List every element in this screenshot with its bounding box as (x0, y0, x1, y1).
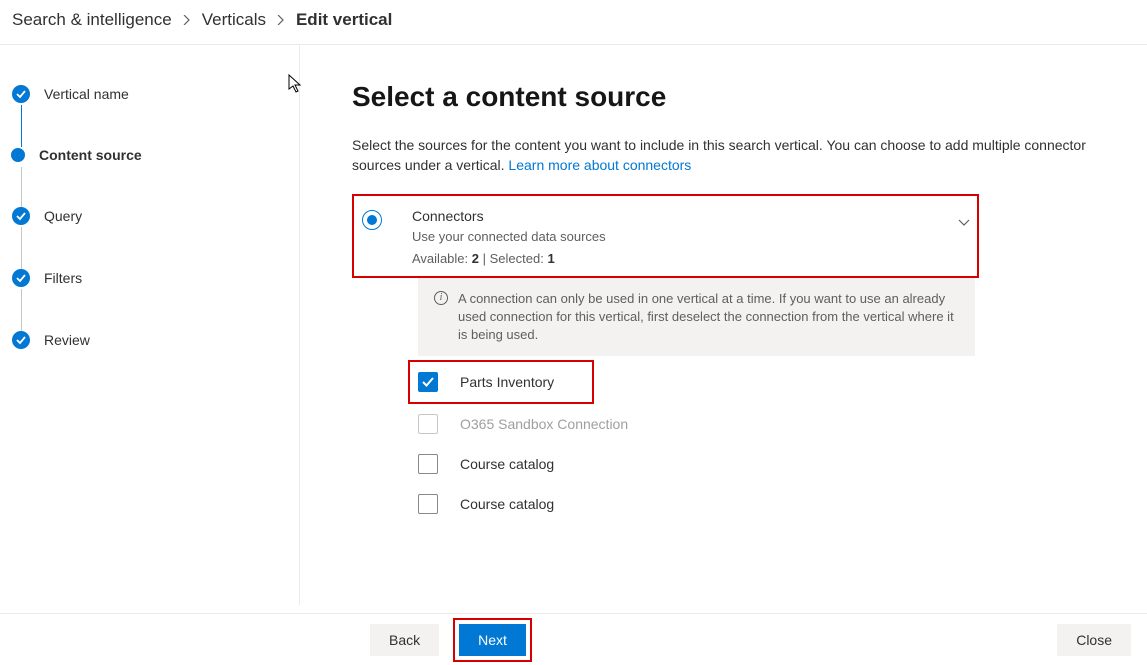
connection-label: O365 Sandbox Connection (460, 416, 628, 432)
step-label: Review (44, 332, 90, 348)
check-icon (12, 269, 30, 287)
check-icon (12, 331, 30, 349)
chevron-right-icon (276, 12, 286, 28)
main-panel: Select a content source Select the sourc… (300, 45, 1147, 605)
info-text: A connection can only be used in one ver… (458, 290, 959, 345)
breadcrumb-mid[interactable]: Verticals (202, 10, 266, 30)
connection-checkbox[interactable] (418, 454, 438, 474)
connection-checkbox[interactable] (418, 494, 438, 514)
source-counts: Available: 2 | Selected: 1 (412, 251, 624, 266)
breadcrumb: Search & intelligence Verticals Edit ver… (0, 0, 1147, 45)
wizard-steps-sidebar: Vertical name Content source Query Filters R… (0, 45, 300, 605)
source-name: Connectors (412, 208, 624, 224)
connection-item[interactable]: Parts Inventory (408, 360, 594, 404)
step-label: Query (44, 208, 82, 224)
info-banner: i A connection can only be used in one v… (418, 278, 975, 357)
step-label: Filters (44, 270, 82, 286)
next-button[interactable]: Next (459, 624, 526, 656)
connection-item[interactable]: Course catalog (418, 484, 1115, 524)
page-title: Select a content source (352, 81, 1115, 113)
check-icon (12, 85, 30, 103)
learn-more-link[interactable]: Learn more about connectors (508, 157, 691, 173)
check-icon (12, 207, 30, 225)
close-button[interactable]: Close (1057, 624, 1131, 656)
connection-label: Parts Inventory (460, 374, 554, 390)
wizard-step[interactable]: Review (12, 331, 283, 349)
connections-list: Parts Inventory O365 Sandbox Connection Co… (418, 360, 1115, 524)
breadcrumb-root[interactable]: Search & intelligence (12, 10, 172, 30)
connection-item: O365 Sandbox Connection (418, 404, 1115, 444)
step-label: Content source (39, 147, 142, 163)
step-current-icon (11, 148, 25, 162)
radio-connectors[interactable] (362, 210, 382, 230)
back-button[interactable]: Back (370, 624, 439, 656)
wizard-step[interactable]: Content source (12, 147, 283, 207)
breadcrumb-current: Edit vertical (296, 10, 392, 30)
chevron-down-icon[interactable] (957, 216, 971, 235)
wizard-step[interactable]: Vertical name (12, 85, 283, 147)
page-description: Select the sources for the content you w… (352, 135, 1114, 176)
connection-label: Course catalog (460, 496, 554, 512)
connection-label: Course catalog (460, 456, 554, 472)
connection-item[interactable]: Course catalog (418, 444, 1115, 484)
connection-checkbox (418, 414, 438, 434)
wizard-step[interactable]: Query (12, 207, 283, 269)
step-label: Vertical name (44, 86, 129, 102)
source-subtitle: Use your connected data sources (412, 229, 624, 244)
info-icon: i (434, 291, 448, 305)
chevron-right-icon (182, 12, 192, 28)
wizard-footer: Back Next Close (0, 613, 1147, 665)
wizard-step[interactable]: Filters (12, 269, 283, 331)
connection-checkbox[interactable] (418, 372, 438, 392)
content-source-option[interactable]: Connectors Use your connected data sourc… (354, 196, 632, 276)
